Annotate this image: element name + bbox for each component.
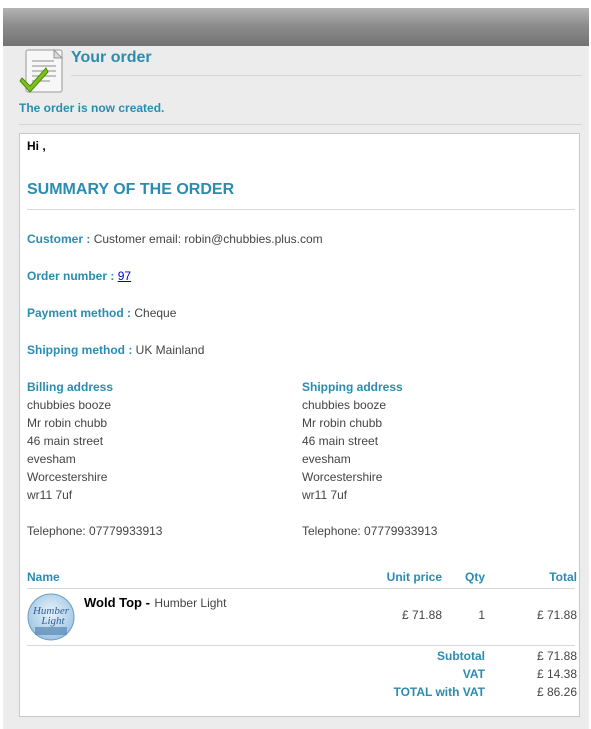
subtotal-value: £ 71.88	[536, 649, 577, 663]
billing-address-line: Mr robin chubb	[27, 416, 108, 430]
table-header-divider	[27, 588, 575, 589]
message-divider	[19, 124, 582, 125]
order-number-label: Order number :	[27, 269, 115, 283]
order-number-link[interactable]: 97	[118, 269, 131, 283]
billing-address-heading: Billing address	[27, 380, 114, 394]
order-created-message: The order is now created.	[19, 101, 165, 115]
payment-method-value: Cheque	[134, 306, 177, 320]
billing-address-line: 46 main street	[27, 434, 104, 448]
column-header-total: Total	[549, 570, 577, 584]
shipping-address-line: Worcestershire	[302, 470, 383, 484]
column-header-unit-price: Unit price	[386, 570, 442, 584]
shipping-address-heading: Shipping address	[302, 380, 403, 394]
shipping-method-label: Shipping method :	[27, 343, 133, 357]
billing-address-line: wr11 7uf	[27, 488, 73, 502]
order-summary-panel: Hi , SUMMARY OF THE ORDER Customer : Cus…	[19, 133, 580, 717]
shipping-address-line: wr11 7uf	[302, 488, 348, 502]
vat-value: £ 14.38	[536, 667, 577, 681]
item-total: £ 71.88	[536, 608, 577, 622]
shipping-address-line: 46 main street	[302, 434, 379, 448]
shipping-telephone: Telephone: 07779933913	[302, 524, 438, 538]
summary-title: SUMMARY OF THE ORDER	[27, 181, 235, 198]
shipping-address-line: Mr robin chubb	[302, 416, 383, 430]
billing-address-line: chubbies booze	[27, 398, 112, 412]
total-with-vat-label: TOTAL with VAT	[393, 685, 485, 699]
shipping-address-line: chubbies booze	[302, 398, 387, 412]
table-row: Wold Top - Humber Light	[84, 594, 226, 612]
column-header-qty: Qty	[464, 570, 485, 584]
billing-address-line: Worcestershire	[27, 470, 108, 484]
order-document-icon	[19, 48, 64, 93]
shipping-method-value: UK Mainland	[135, 343, 205, 357]
order-number-row: Order number : 97	[27, 269, 131, 283]
billing-address-line: evesham	[27, 452, 76, 466]
top-bar	[3, 8, 589, 46]
svg-text:Light: Light	[40, 615, 65, 627]
humber-light-logo-icon: Humber Light	[27, 593, 75, 641]
item-qty: 1	[478, 608, 485, 622]
customer-label: Customer :	[27, 232, 91, 246]
product-name: Wold Top -	[84, 595, 150, 610]
payment-method-row: Payment method : Cheque	[27, 306, 176, 320]
payment-method-label: Payment method :	[27, 306, 132, 320]
total-with-vat-value: £ 86.26	[536, 685, 577, 699]
table-row-divider	[27, 645, 575, 646]
title-divider	[71, 75, 582, 76]
customer-value: Customer email: robin@chubbies.plus.com	[93, 232, 323, 246]
vat-label: VAT	[462, 667, 485, 681]
billing-telephone: Telephone: 07779933913	[27, 524, 163, 538]
column-header-name: Name	[27, 570, 60, 584]
product-variant: Humber Light	[154, 596, 227, 610]
greeting: Hi ,	[27, 139, 46, 153]
shipping-method-row: Shipping method : UK Mainland	[27, 343, 204, 357]
shipping-address-line: evesham	[302, 452, 351, 466]
subtotal-label: Subtotal	[437, 649, 485, 663]
customer-row: Customer : Customer email: robin@chubbie…	[27, 232, 323, 246]
summary-divider	[27, 209, 575, 210]
page-title: Your order	[71, 49, 152, 66]
item-unit-price: £ 71.88	[401, 608, 442, 622]
